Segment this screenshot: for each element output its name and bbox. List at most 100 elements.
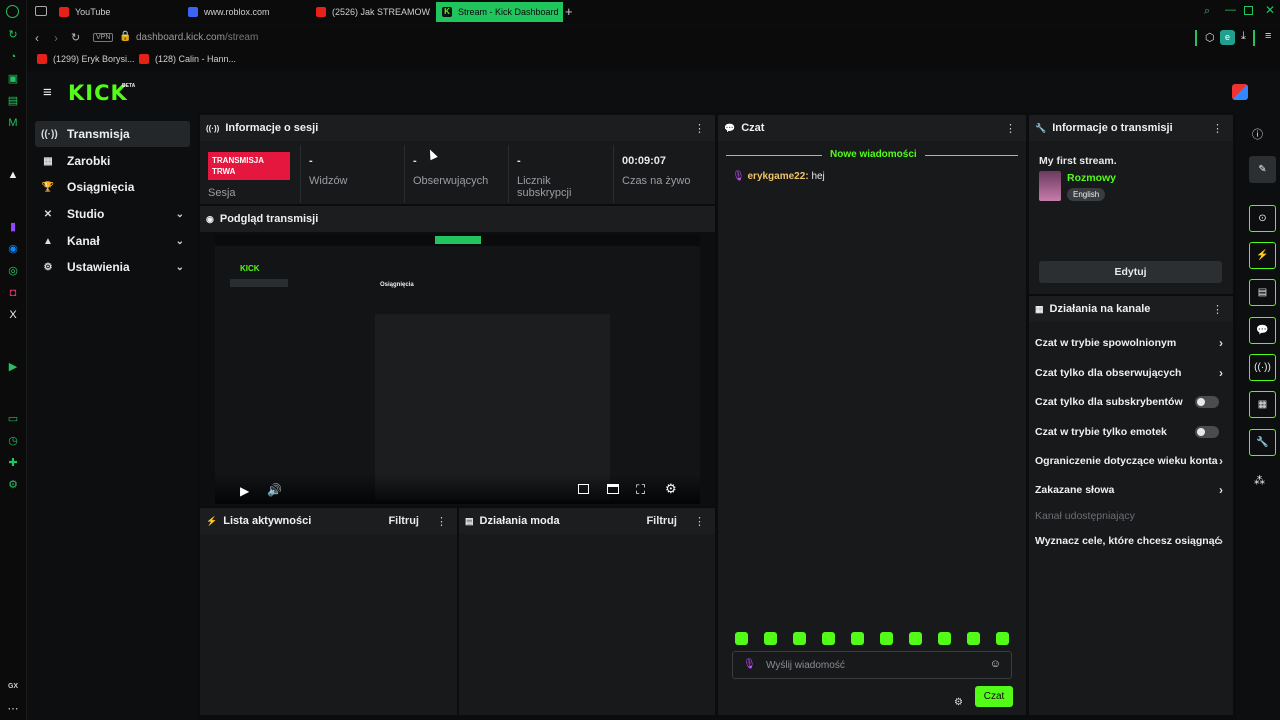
nav-item-ustawienia[interactable]: ⚙ Ustawienia ⌄ [35, 254, 190, 280]
mic-icon[interactable]: 🎙 [743, 659, 756, 670]
action-set-goals[interactable]: Wyznacz cele, które chcesz osiągnąć › [1035, 530, 1227, 552]
url-text[interactable]: dashboard.kick.com/stream [136, 32, 258, 43]
emote-icon[interactable] [793, 632, 806, 645]
user-avatar[interactable] [1232, 84, 1248, 100]
chart-icon[interactable]: ▤ [6, 94, 20, 108]
kebab-menu-icon[interactable]: ⋮ [1212, 303, 1223, 316]
minimize-icon[interactable]: — [1225, 4, 1236, 16]
video-player[interactable]: KICK Osiągnięcia ▶ 🔊 ⛶ ⚙ [215, 234, 700, 504]
action-account-age[interactable]: Ograniczenie dotyczące wieku konta › [1035, 450, 1227, 472]
document-icon[interactable]: ▤ [1249, 279, 1276, 306]
instagram-icon[interactable]: ◘ [6, 286, 20, 300]
kebab-menu-icon[interactable]: ⋮ [1005, 122, 1016, 135]
back-icon[interactable]: ‹ [35, 31, 39, 45]
whatsapp-icon[interactable]: ◎ [6, 264, 20, 278]
extensions-icon[interactable]: ✚ [6, 456, 20, 470]
bookmark-item[interactable]: (1299) Eryk Borysi... [31, 51, 141, 67]
m-icon[interactable]: M [6, 116, 20, 130]
emote-icon[interactable] [735, 632, 748, 645]
shapes-icon[interactable]: ⁂ [1254, 474, 1265, 487]
nav-item-zarobki[interactable]: ▦ Zarobki [35, 148, 190, 174]
twitch-icon[interactable]: ▮ [6, 220, 20, 234]
kick-logo[interactable]: KICK [68, 81, 128, 105]
more-icon[interactable]: ⋯ [6, 702, 20, 716]
volume-icon[interactable]: 🔊 [267, 483, 282, 497]
nav-item-studio[interactable]: ✕ Studio ⌄ [35, 201, 190, 227]
download-icon[interactable]: ⤓ [1241, 30, 1246, 43]
pip-icon[interactable] [578, 484, 589, 494]
tab-youtube-video[interactable]: (2526) Jak STREAMOWA... [310, 2, 430, 22]
opera-logo-icon[interactable] [6, 5, 19, 18]
kebab-menu-icon[interactable]: ⋮ [694, 515, 705, 528]
new-tab-button[interactable]: + [565, 4, 573, 19]
lightning-icon[interactable]: ⚡ [1249, 242, 1276, 269]
messenger-icon[interactable]: ◉ [6, 242, 20, 256]
nav-item-osiagniecia[interactable]: 🏆 Osiągnięcia [35, 174, 190, 200]
maximize-icon[interactable] [1244, 6, 1253, 15]
ram-icon[interactable]: ▭ [6, 412, 20, 426]
close-icon[interactable]: ✕ [1265, 3, 1275, 17]
emote-icon[interactable] [938, 632, 951, 645]
nav-item-transmisja[interactable]: ((·)) Transmisja [35, 121, 190, 147]
broadcast-icon[interactable]: ((·)) [1249, 354, 1276, 381]
tab-youtube[interactable]: YouTube [53, 2, 177, 22]
subscribers-only-toggle[interactable] [1195, 396, 1219, 408]
kebab-menu-icon[interactable]: ⋮ [694, 122, 705, 135]
tab-kick-dashboard[interactable]: K Stream - Kick Dashboard [436, 2, 563, 22]
kick-side-icon[interactable]: ▲ [6, 168, 20, 182]
search-tabs-icon[interactable]: ⌕ [1204, 5, 1210, 18]
x-icon[interactable]: X [6, 308, 20, 322]
category-thumbnail[interactable] [1039, 171, 1061, 201]
settings-gear-icon[interactable]: ⚙ [665, 481, 677, 497]
play-button[interactable]: ▶ [240, 484, 249, 498]
chat-settings-icon[interactable]: ⚙ [954, 697, 963, 708]
tab-roblox[interactable]: www.roblox.com [182, 2, 306, 22]
chevron-down-icon: ⌄ [175, 208, 184, 220]
workspaces-icon[interactable] [35, 6, 47, 16]
category-link[interactable]: Rozmowy [1067, 172, 1116, 184]
theater-mode-icon[interactable] [607, 484, 619, 494]
emote-icon[interactable] [909, 632, 922, 645]
hamburger-menu-icon[interactable]: ≡ [43, 84, 52, 101]
settings-icon[interactable]: ⚙ [6, 478, 20, 492]
vpn-badge[interactable]: VPN [93, 33, 114, 42]
edit-pencil-icon[interactable]: ✎ [1249, 156, 1276, 183]
emote-icon[interactable] [967, 632, 980, 645]
refresh-icon[interactable]: ↻ [6, 28, 20, 42]
reload-icon[interactable]: ↻ [71, 31, 80, 44]
play-icon[interactable]: ▶ [6, 360, 20, 374]
filter-button[interactable]: Filtruj [388, 515, 419, 527]
emote-only-toggle[interactable] [1195, 426, 1219, 438]
emote-icon[interactable] [822, 632, 835, 645]
emote-icon[interactable] [996, 632, 1009, 645]
chat-bubble-icon[interactable]: 💬 [1249, 317, 1276, 344]
action-banned-words[interactable]: Zakazane słowa › [1035, 479, 1227, 501]
emote-icon[interactable] [851, 632, 864, 645]
edit-button[interactable]: Edytuj [1039, 261, 1222, 283]
filter-button[interactable]: Filtruj [646, 515, 677, 527]
info-icon[interactable]: ⓘ [1252, 126, 1263, 142]
history-icon[interactable]: ◷ [6, 434, 20, 448]
emote-icon[interactable] [880, 632, 893, 645]
nav-item-kanal[interactable]: ▲ Kanał ⌄ [35, 228, 190, 254]
extensions-icon[interactable]: ⬡ [1205, 31, 1215, 44]
emote-icon[interactable] [764, 632, 777, 645]
bag-icon[interactable]: ▣ [6, 72, 20, 86]
chat-input[interactable]: 🎙 Wyślij wiadomość ☺ [732, 651, 1012, 679]
forward-icon[interactable]: › [54, 31, 58, 45]
wrench-icon[interactable]: 🔧 [1249, 429, 1276, 456]
action-slow-mode[interactable]: Czat w trybie spowolnionym › [1035, 332, 1227, 354]
speed-icon[interactable]: ◔ [6, 50, 20, 64]
kebab-menu-icon[interactable]: ⋮ [436, 515, 447, 528]
studio-icon[interactable]: ⊙ [1249, 205, 1276, 232]
chat-username[interactable]: erykgame22 [747, 171, 805, 182]
emoji-icon[interactable]: ☺ [990, 658, 1001, 670]
kebab-menu-icon[interactable]: ⋮ [1212, 122, 1223, 135]
menu-icon[interactable]: ≡ [1265, 30, 1271, 42]
send-chat-button[interactable]: Czat [975, 686, 1013, 707]
profile-avatar[interactable]: e [1220, 30, 1235, 45]
action-followers-only[interactable]: Czat tylko dla obserwujących › [1035, 362, 1227, 384]
layout-icon[interactable]: ▦ [1249, 391, 1276, 418]
fullscreen-icon[interactable]: ⛶ [636, 482, 645, 498]
bookmark-item[interactable]: (128) Calin - Hann... [133, 51, 242, 67]
